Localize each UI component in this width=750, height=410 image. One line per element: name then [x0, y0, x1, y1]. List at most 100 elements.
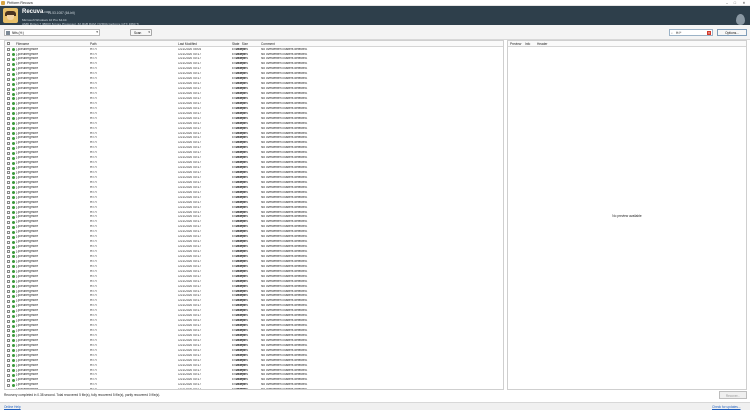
row-checkbox[interactable] — [7, 388, 10, 389]
row-checkbox[interactable] — [7, 334, 10, 338]
row-checkbox[interactable] — [7, 112, 10, 116]
row-checkbox[interactable] — [7, 255, 10, 259]
row-checkbox[interactable] — [7, 77, 10, 81]
row-checkbox[interactable] — [7, 62, 10, 66]
row-checkbox[interactable] — [7, 82, 10, 86]
row-checkbox[interactable] — [7, 383, 10, 387]
row-checkbox[interactable] — [7, 225, 10, 229]
chevron-down-icon[interactable]: ▾ — [148, 30, 150, 34]
cell-filename: [.]iceubergmore — [16, 324, 39, 328]
row-checkbox[interactable] — [7, 186, 10, 190]
column-header-path[interactable]: Path — [90, 42, 178, 46]
row-checkbox[interactable] — [7, 289, 10, 293]
row-checkbox[interactable] — [7, 107, 10, 111]
row-checkbox[interactable] — [7, 176, 10, 180]
file-list[interactable]: Filename Path Last Modified Size State C… — [4, 40, 504, 390]
cell-state: Excellent — [232, 284, 245, 288]
options-button[interactable]: Options... — [717, 29, 747, 36]
filename-filter-input[interactable]: ⌕ H:\* ✕ — [669, 29, 713, 36]
row-checkbox[interactable] — [7, 359, 10, 363]
row-checkbox[interactable] — [7, 131, 10, 135]
row-checkbox[interactable] — [7, 122, 10, 126]
row-checkbox[interactable] — [7, 151, 10, 155]
row-checkbox[interactable] — [7, 210, 10, 214]
row-checkbox[interactable] — [7, 67, 10, 71]
row-checkbox[interactable] — [7, 72, 10, 76]
row-checkbox[interactable] — [7, 339, 10, 343]
row-checkbox[interactable] — [7, 52, 10, 56]
column-header-filename[interactable]: Filename — [16, 42, 88, 46]
row-checkbox[interactable] — [7, 329, 10, 333]
row-checkbox[interactable] — [7, 260, 10, 264]
column-header-last-modified[interactable]: Last Modified — [178, 42, 228, 46]
row-checkbox[interactable] — [7, 240, 10, 244]
row-checkbox[interactable] — [7, 191, 10, 195]
clear-filter-icon[interactable]: ✕ — [707, 31, 711, 35]
row-checkbox[interactable] — [7, 171, 10, 175]
row-checkbox[interactable] — [7, 349, 10, 353]
scan-button[interactable]: Scan ▾ — [130, 29, 152, 36]
row-checkbox[interactable] — [7, 102, 10, 106]
row-checkbox[interactable] — [7, 245, 10, 249]
row-checkbox[interactable] — [7, 270, 10, 274]
row-checkbox[interactable] — [7, 97, 10, 101]
cell-comment: No overwritten clusters detected. — [261, 82, 308, 86]
row-checkbox[interactable] — [7, 127, 10, 130]
row-checkbox[interactable] — [7, 250, 10, 254]
online-help-link[interactable]: Online Help — [4, 405, 21, 409]
row-checkbox[interactable] — [7, 344, 10, 348]
tab-info[interactable]: Info — [525, 42, 530, 46]
column-header-comment[interactable]: Comment — [261, 42, 381, 46]
row-checkbox[interactable] — [7, 117, 10, 121]
column-header-state[interactable]: State — [232, 42, 259, 46]
row-checkbox[interactable] — [7, 230, 10, 234]
row-checkbox[interactable] — [7, 314, 10, 318]
row-checkbox[interactable] — [7, 235, 10, 239]
row-checkbox[interactable] — [7, 368, 10, 372]
check-updates-link[interactable]: Check for updates... — [712, 405, 741, 409]
chevron-down-icon: ▾ — [96, 30, 98, 34]
row-checkbox[interactable] — [7, 141, 10, 145]
row-checkbox[interactable] — [7, 146, 10, 150]
row-checkbox[interactable] — [7, 206, 10, 209]
row-checkbox[interactable] — [7, 166, 10, 170]
recover-button[interactable]: Recover... — [719, 391, 747, 399]
row-checkbox[interactable] — [7, 304, 10, 308]
row-checkbox[interactable] — [7, 378, 10, 382]
row-checkbox[interactable] — [7, 299, 10, 303]
row-checkbox[interactable] — [7, 57, 10, 61]
row-checkbox[interactable] — [7, 215, 10, 219]
row-checkbox[interactable] — [7, 319, 10, 323]
row-checkbox[interactable] — [7, 87, 10, 91]
table-row[interactable]: [.]iceubergmoreH:\?\1/21/2020 00:1724 by… — [5, 388, 503, 389]
row-checkbox[interactable] — [7, 136, 10, 140]
row-checkbox[interactable] — [7, 324, 10, 328]
cell-state: Excellent — [232, 141, 245, 145]
cell-last-modified: 1/21/2020 00:17 — [178, 254, 202, 258]
row-checkbox[interactable] — [7, 275, 10, 279]
state-excellent-icon — [12, 329, 15, 333]
row-checkbox[interactable] — [7, 280, 10, 284]
row-checkbox[interactable] — [7, 48, 10, 51]
row-checkbox[interactable] — [7, 92, 10, 96]
row-checkbox[interactable] — [7, 220, 10, 224]
row-checkbox[interactable] — [7, 354, 10, 358]
select-all-checkbox[interactable] — [7, 42, 10, 45]
row-checkbox[interactable] — [7, 294, 10, 298]
tab-header[interactable]: Header — [537, 42, 547, 46]
row-checkbox[interactable] — [7, 156, 10, 160]
row-checkbox[interactable] — [7, 196, 10, 200]
row-checkbox[interactable] — [7, 364, 10, 367]
cell-state: Excellent — [232, 111, 245, 115]
row-checkbox[interactable] — [7, 265, 10, 269]
tab-preview[interactable]: Preview — [510, 42, 521, 46]
row-checkbox[interactable] — [7, 285, 10, 288]
row-checkbox[interactable] — [7, 201, 10, 205]
cell-filename: [.]iceubergmore — [16, 254, 39, 258]
row-checkbox[interactable] — [7, 373, 10, 377]
drive-select[interactable]: Ntfs (H:) ▾ — [4, 29, 100, 36]
row-checkbox[interactable] — [7, 181, 10, 185]
row-checkbox[interactable] — [7, 161, 10, 165]
state-excellent-icon — [12, 364, 15, 368]
row-checkbox[interactable] — [7, 309, 10, 313]
